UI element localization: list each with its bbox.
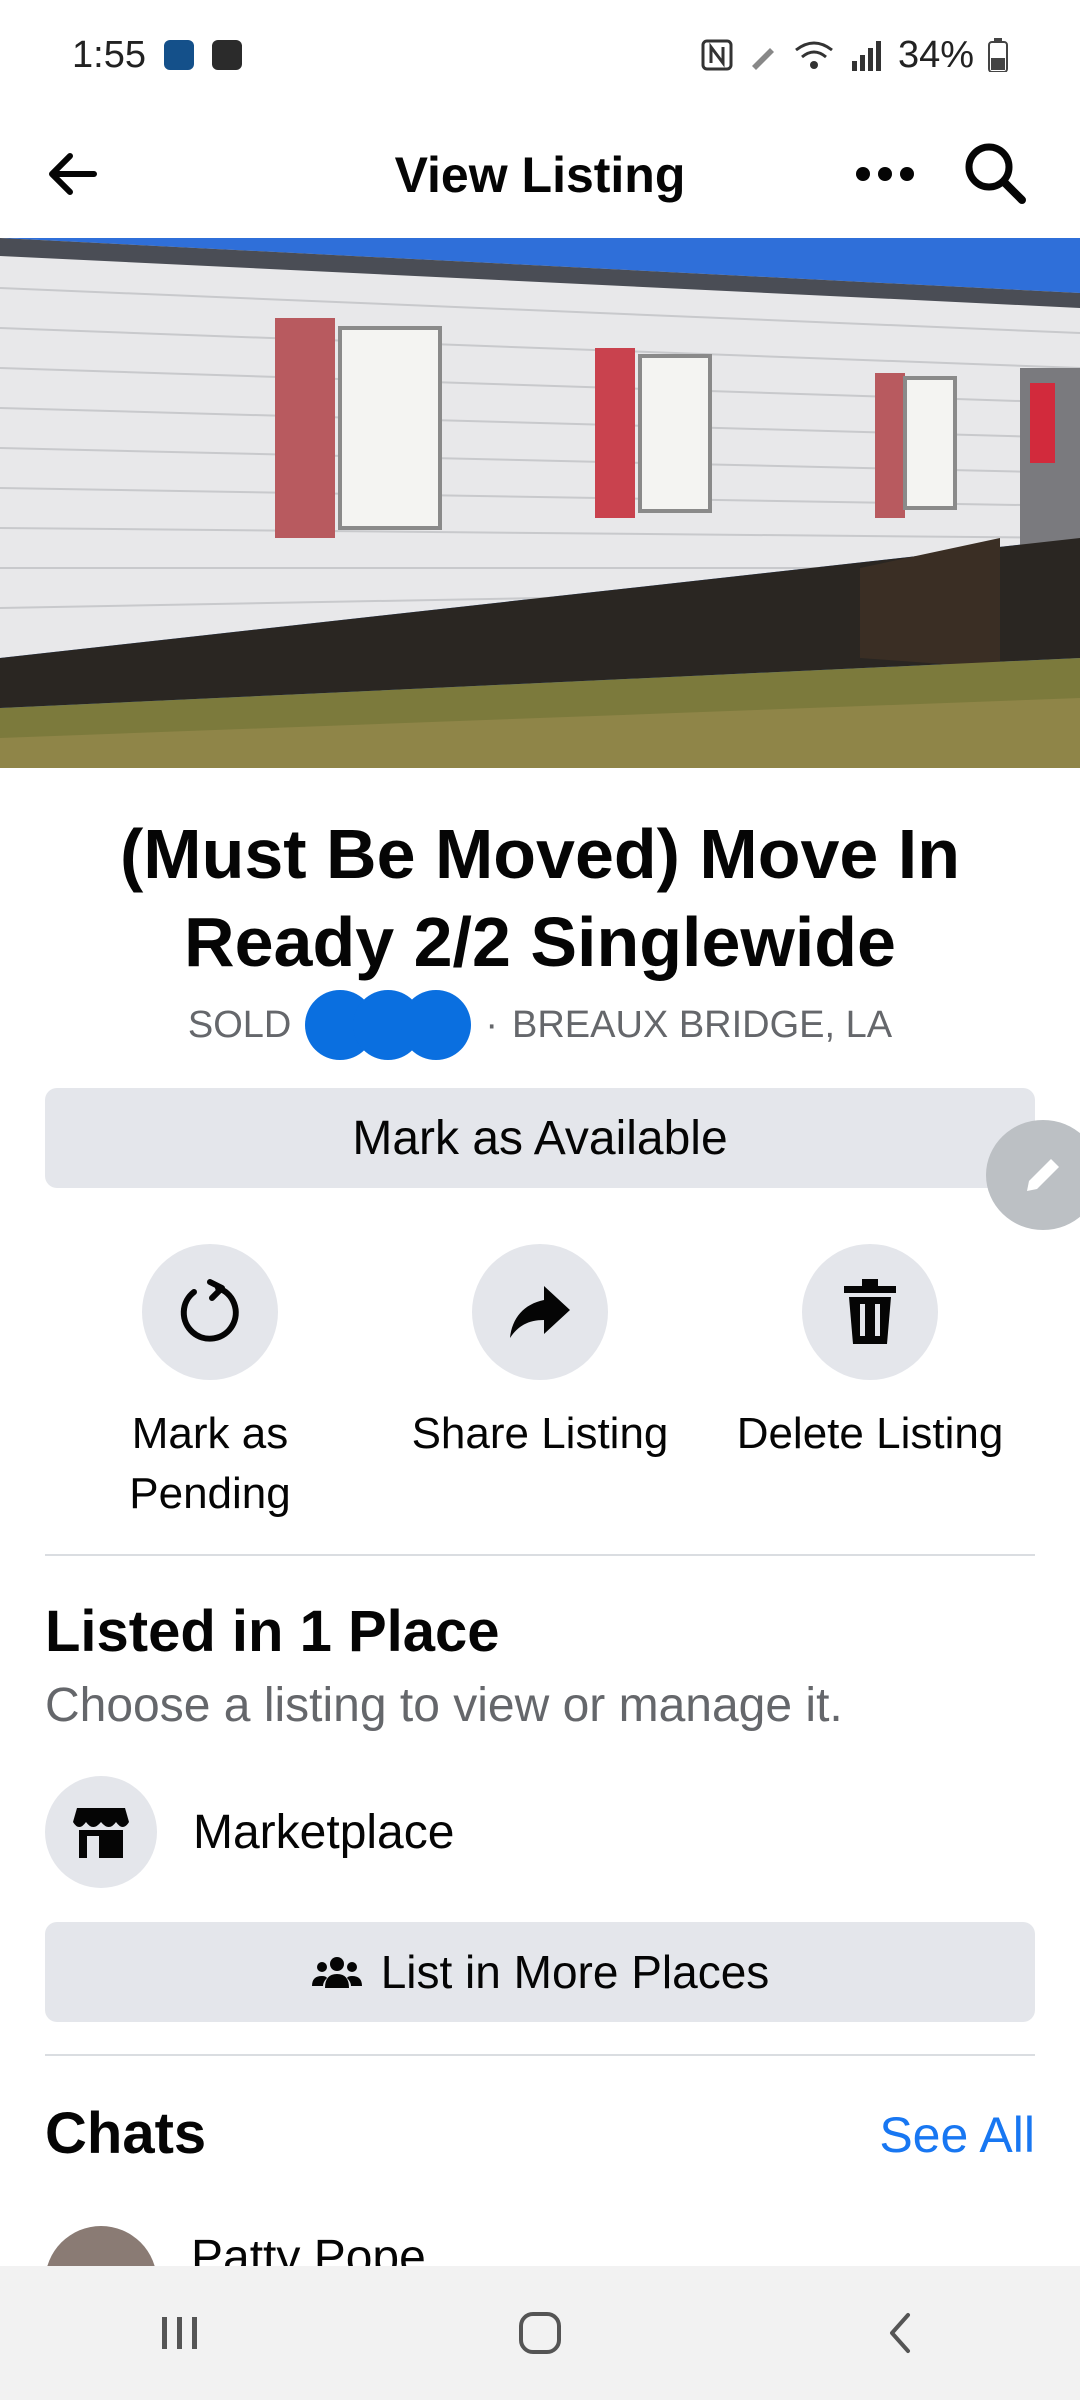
- listing-meta: SOLD · BREAUX BRIDGE, LA: [0, 990, 1080, 1060]
- list-in-more-places-button[interactable]: List in More Places: [45, 1922, 1035, 2022]
- place-item-marketplace[interactable]: Marketplace: [45, 1776, 1035, 1888]
- status-time: 1:55: [72, 33, 146, 76]
- listing-actions: Mark as Pending Share Listing Delete Lis…: [0, 1244, 1080, 1524]
- meta-separator: ·: [485, 1003, 498, 1046]
- pen-icon: [751, 48, 774, 70]
- share-listing-button[interactable]: Share Listing: [375, 1244, 705, 1464]
- app-header: View Listing: [0, 110, 1080, 240]
- battery-percent: 34%: [897, 33, 974, 76]
- home-icon: [519, 2312, 561, 2354]
- listing-title: (Must Be Moved) Move In Ready 2/2 Single…: [119, 815, 961, 981]
- more-options-icon[interactable]: [850, 142, 920, 206]
- listing-status: SOLD: [187, 1003, 292, 1046]
- share-arrow-icon: [510, 1286, 570, 1338]
- listed-section-title: Listed in 1 Place: [45, 1599, 500, 1664]
- storefront-icon: [73, 1808, 129, 1858]
- see-all-chats-link[interactable]: See All: [879, 2106, 1035, 2164]
- back-arrow-icon[interactable]: [40, 142, 104, 206]
- status-bar: 1:55 34%: [0, 0, 1080, 110]
- call-notification-icon: [163, 40, 194, 70]
- recent-apps-icon: [162, 2317, 197, 2349]
- list-in-more-places-label: List in More Places: [380, 1946, 770, 1998]
- back-button[interactable]: [850, 2283, 950, 2383]
- refresh-icon: [180, 1279, 239, 1342]
- trash-icon: [844, 1279, 896, 1344]
- home-button[interactable]: [490, 2283, 590, 2383]
- recent-apps-button[interactable]: [130, 2283, 230, 2383]
- section-divider: [45, 1554, 1035, 1556]
- mark-as-available-button[interactable]: Mark as Available: [45, 1088, 1035, 1188]
- share-listing-label: Share Listing: [411, 1409, 669, 1458]
- people-group-icon: [311, 1957, 362, 1988]
- section-divider: [45, 2054, 1035, 2056]
- place-label: Marketplace: [193, 1805, 455, 1859]
- delete-listing-button[interactable]: Delete Listing: [705, 1244, 1035, 1464]
- chevron-left-icon: [890, 2313, 910, 2353]
- redaction-mark: [305, 990, 472, 1060]
- search-icon[interactable]: [960, 138, 1030, 208]
- system-navigation-bar: [0, 2266, 1080, 2400]
- image-notification-icon: [211, 40, 242, 70]
- wifi-icon: [795, 41, 833, 69]
- pencil-icon: [1027, 1159, 1059, 1191]
- delete-listing-label: Delete Listing: [736, 1409, 1004, 1458]
- listed-section-subtitle: Choose a listing to view or manage it.: [45, 1679, 843, 1732]
- mark-as-pending-label: Mark as Pending: [129, 1409, 291, 1518]
- signal-icon: [851, 41, 881, 71]
- listing-location: BREAUX BRIDGE, LA: [512, 1003, 893, 1046]
- listing-photo[interactable]: [0, 238, 1080, 768]
- mark-as-pending-button[interactable]: Mark as Pending: [45, 1244, 375, 1524]
- battery-icon: [988, 38, 1008, 72]
- chats-section-title: Chats: [45, 2101, 207, 2166]
- nfc-icon: [701, 39, 733, 71]
